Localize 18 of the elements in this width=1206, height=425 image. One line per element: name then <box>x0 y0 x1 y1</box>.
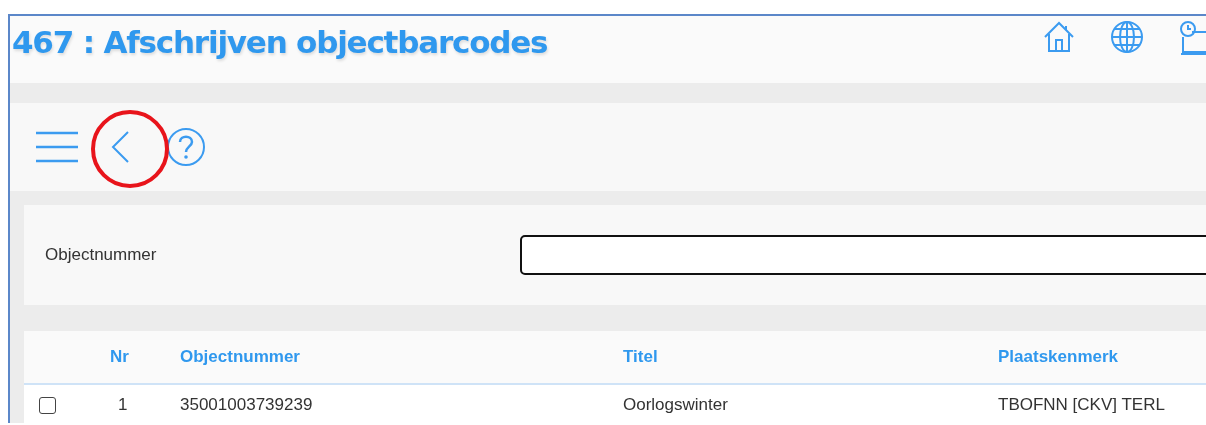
table-cell-text: 35001003739239 <box>180 395 314 415</box>
table-cell-text: TBOFNN [CKV] TERL <box>998 395 1166 415</box>
table-cell-text: Oorlogswinter <box>623 395 729 415</box>
row-checkbox[interactable] <box>39 396 56 414</box>
clock-laptop-icon[interactable] <box>1178 20 1206 56</box>
column-header[interactable]: Nr <box>110 347 180 367</box>
globe-icon[interactable] <box>1110 20 1144 54</box>
menu-icon[interactable] <box>36 131 78 163</box>
column-header[interactable]: Objectnummer <box>180 347 623 367</box>
window-title: 467 : Afschrijven objectbarcodes <box>11 23 548 60</box>
column-header[interactable]: Plaatskenmerk <box>998 347 1206 367</box>
back-icon[interactable] <box>110 130 130 164</box>
field-label: Objectnummer <box>44 245 158 265</box>
column-header[interactable]: Titel <box>623 347 998 367</box>
table-cell-text: 1 <box>117 395 129 415</box>
home-icon[interactable] <box>1042 20 1076 54</box>
help-icon[interactable] <box>166 127 206 167</box>
input-field[interactable] <box>520 235 1206 275</box>
